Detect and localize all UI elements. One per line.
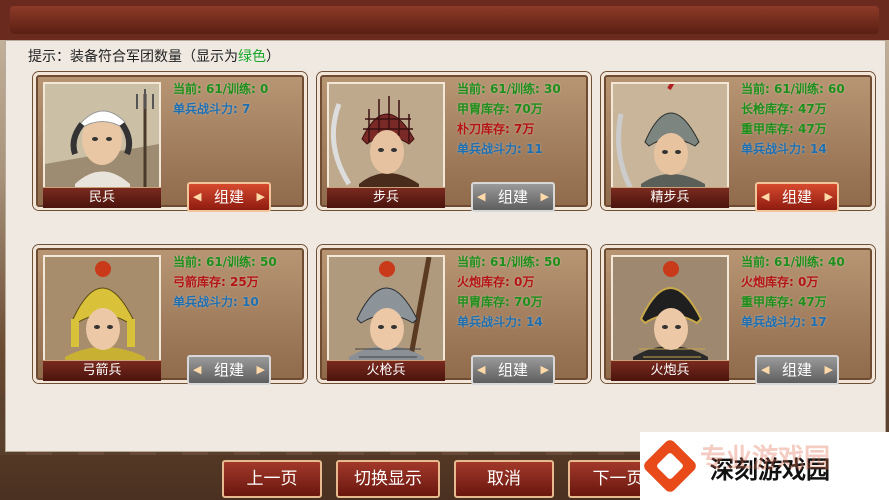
form-infantry-button[interactable]: ◀ 组建 ▶ (471, 182, 555, 212)
watermark-ghost-text: 专业游戏园 (700, 444, 831, 474)
hint-prefix: 提示：装备符合军团数量（显示为 (28, 49, 238, 65)
stat-line: 当前: 61/训练: 0 (173, 82, 269, 96)
archer-portrait (43, 255, 161, 369)
unit-card-artillery: 火炮兵 当前: 61/训练: 40 火炮库存: 0万 重甲库存: 47万 单兵战… (601, 245, 875, 385)
top-bar-banner (10, 6, 879, 34)
arrow-right-icon: ▶ (540, 363, 549, 376)
hint-text: 提示：装备符合军团数量（显示为绿色） (28, 46, 280, 66)
stat-line: 当前: 61/训练: 40 (741, 255, 845, 269)
arrow-left-icon: ◀ (193, 190, 202, 203)
arrow-right-icon: ▶ (256, 190, 265, 203)
form-button-label: 组建 (213, 361, 244, 379)
musketeer-stats: 当前: 61/训练: 50 火炮库存: 0万 甲胄库存: 70万 单兵战斗力: … (457, 252, 561, 332)
artillery-portrait (611, 255, 729, 369)
stat-line: 火炮库存: 0万 (457, 275, 535, 289)
stat-line: 长枪库存: 47万 (741, 102, 827, 116)
stat-line: 火炮库存: 0万 (741, 275, 819, 289)
stat-line: 朴刀库存: 7万 (457, 122, 535, 136)
elite-infantry-name: 精步兵 (611, 187, 729, 208)
arrow-left-icon: ◀ (761, 363, 770, 376)
stat-line: 单兵战斗力: 14 (457, 315, 543, 329)
stat-line: 单兵战斗力: 11 (457, 142, 543, 156)
cancel-button[interactable]: 取消 (454, 460, 554, 498)
arrow-right-icon: ▶ (540, 190, 549, 203)
musketeer-name: 火枪兵 (327, 360, 445, 381)
form-button-label: 组建 (497, 188, 528, 206)
stat-line: 单兵战斗力: 14 (741, 142, 827, 156)
stat-line: 弓箭库存: 25万 (173, 275, 259, 289)
stat-line: 当前: 61/训练: 60 (741, 82, 845, 96)
form-button-label: 组建 (781, 361, 812, 379)
unit-card-elite-infantry: 精步兵 当前: 61/训练: 60 长枪库存: 47万 重甲库存: 47万 单兵… (601, 72, 875, 212)
arrow-right-icon: ▶ (824, 363, 833, 376)
stat-line: 当前: 61/训练: 50 (173, 255, 277, 269)
artillery-stats: 当前: 61/训练: 40 火炮库存: 0万 重甲库存: 47万 单兵战斗力: … (741, 252, 845, 332)
infantry-stats: 当前: 61/训练: 30 甲胄库存: 70万 朴刀库存: 7万 单兵战斗力: … (457, 79, 561, 159)
watermark-logo-icon (641, 437, 699, 495)
arrow-left-icon: ◀ (761, 190, 770, 203)
form-button-label: 组建 (781, 188, 812, 206)
stat-line: 当前: 61/训练: 30 (457, 82, 561, 96)
hint-highlight: 绿色 (238, 49, 266, 65)
artillery-name: 火炮兵 (611, 360, 729, 381)
arrow-left-icon: ◀ (477, 363, 486, 376)
stat-line: 当前: 61/训练: 50 (457, 255, 561, 269)
toggle-display-button[interactable]: 切换显示 (336, 460, 440, 498)
stat-line: 甲胄库存: 70万 (457, 295, 543, 309)
unit-card-infantry: 步兵 当前: 61/训练: 30 甲胄库存: 70万 朴刀库存: 7万 单兵战斗… (317, 72, 591, 212)
arrow-right-icon: ▶ (824, 190, 833, 203)
elite-infantry-portrait (611, 82, 729, 196)
militia-name: 民兵 (43, 187, 161, 208)
stat-line: 单兵战斗力: 10 (173, 295, 259, 309)
unit-card-archer: 弓箭兵 当前: 61/训练: 50 弓箭库存: 25万 单兵战斗力: 10 ◀ 组… (33, 245, 307, 385)
form-artillery-button[interactable]: ◀ 组建 ▶ (755, 355, 839, 385)
stat-line: 重甲库存: 47万 (741, 295, 827, 309)
form-elite-infantry-button[interactable]: ◀ 组建 ▶ (755, 182, 839, 212)
stat-line: 重甲库存: 47万 (741, 122, 827, 136)
infantry-portrait (327, 82, 445, 196)
top-bar (0, 0, 889, 40)
militia-stats: 当前: 61/训练: 0 单兵战斗力: 7 (173, 79, 268, 119)
prev-page-button[interactable]: 上一页 (222, 460, 322, 498)
elite-infantry-stats: 当前: 61/训练: 60 长枪库存: 47万 重甲库存: 47万 单兵战斗力:… (741, 79, 845, 159)
form-button-label: 组建 (213, 188, 244, 206)
musketeer-portrait (327, 255, 445, 369)
arrow-right-icon: ▶ (256, 363, 265, 376)
unit-card-musketeer: 火枪兵 当前: 61/训练: 50 火炮库存: 0万 甲胄库存: 70万 单兵战… (317, 245, 591, 385)
unit-card-militia: 民兵 当前: 61/训练: 0 单兵战斗力: 7 ◀ 组建 ▶ (33, 72, 307, 212)
form-musketeer-button[interactable]: ◀ 组建 ▶ (471, 355, 555, 385)
form-button-label: 组建 (497, 361, 528, 379)
infantry-name: 步兵 (327, 187, 445, 208)
form-archer-button[interactable]: ◀ 组建 ▶ (187, 355, 271, 385)
arrow-left-icon: ◀ (193, 363, 202, 376)
archer-stats: 当前: 61/训练: 50 弓箭库存: 25万 单兵战斗力: 10 (173, 252, 277, 312)
stat-line: 单兵战斗力: 7 (173, 102, 251, 116)
militia-portrait (43, 82, 161, 196)
hint-suffix: ） (266, 49, 280, 65)
form-militia-button[interactable]: ◀ 组建 ▶ (187, 182, 271, 212)
archer-name: 弓箭兵 (43, 360, 161, 381)
stat-line: 甲胄库存: 70万 (457, 102, 543, 116)
stat-line: 单兵战斗力: 17 (741, 315, 827, 329)
arrow-left-icon: ◀ (477, 190, 486, 203)
